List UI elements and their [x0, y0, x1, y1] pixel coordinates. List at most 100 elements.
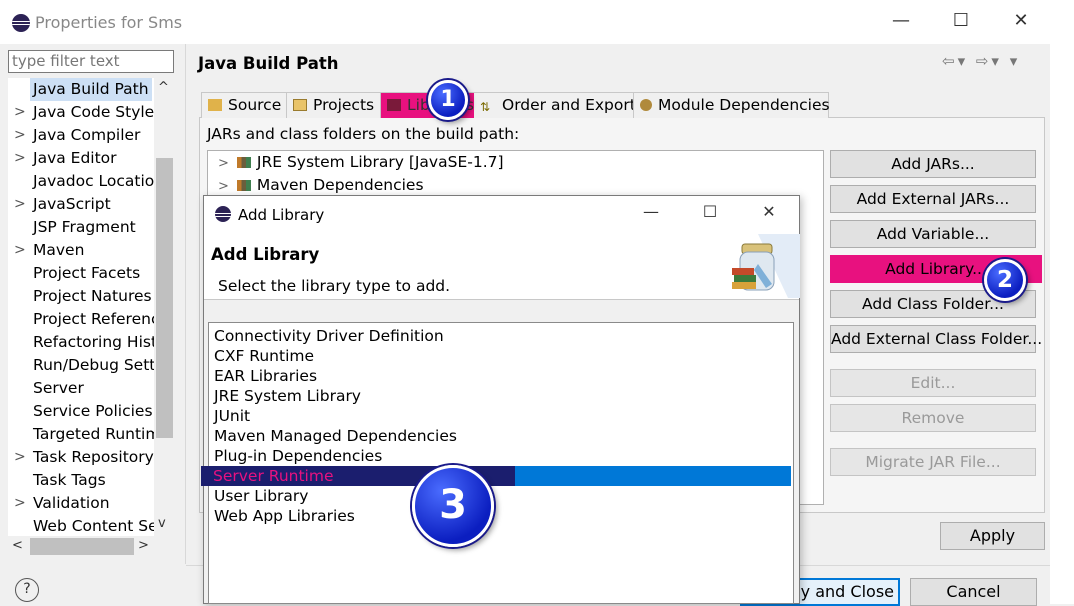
migrate-jar-button[interactable]: Migrate JAR File...: [830, 448, 1036, 476]
expand-chevron-icon[interactable]: >: [14, 193, 26, 216]
nav-item[interactable]: > Java Editor: [8, 147, 154, 170]
nav-item-label: Java Compiler: [33, 126, 141, 144]
list-item[interactable]: CXF Runtime: [214, 346, 792, 366]
expand-chevron-icon[interactable]: >: [14, 101, 26, 124]
nav-item-label: Task Repository: [33, 448, 154, 466]
tab-order-export-label: Order and Export: [502, 96, 636, 114]
library-icon: [236, 180, 251, 191]
nav-item[interactable]: Server: [8, 377, 154, 400]
library-type-list[interactable]: Connectivity Driver Definition CXF Runti…: [208, 322, 794, 604]
module-icon: [640, 99, 652, 111]
library-jar-icon: [732, 234, 800, 298]
expand-chevron-icon[interactable]: >: [14, 124, 26, 147]
nav-scroll-thumb[interactable]: [156, 158, 173, 438]
nav-item[interactable]: Project Natures: [8, 285, 154, 308]
add-external-class-folder-button[interactable]: Add External Class Folder...: [830, 325, 1042, 353]
nav-hscroll-thumb[interactable]: [30, 538, 134, 555]
expand-chevron-icon[interactable]: >: [218, 156, 229, 171]
nav-item[interactable]: Java Build Path: [8, 78, 154, 101]
nav-item[interactable]: Task Tags: [8, 469, 154, 492]
list-item[interactable]: User Library: [214, 486, 792, 506]
library-icon: [236, 157, 251, 168]
jars-label: JARs and class folders on the build path…: [207, 125, 520, 143]
nav-item[interactable]: Targeted Runtimes: [8, 423, 154, 446]
maximize-button[interactable]: ☐: [946, 10, 976, 31]
nav-item-label: JavaScript: [33, 195, 111, 213]
scroll-up-arrow-icon[interactable]: ^: [158, 80, 169, 95]
nav-item[interactable]: Run/Debug Settings: [8, 354, 154, 377]
nav-item[interactable]: JSP Fragment: [8, 216, 154, 239]
nav-item[interactable]: > Validation: [8, 492, 154, 515]
list-item[interactable]: Web App Libraries: [214, 506, 792, 526]
nav-item-label: Javadoc Location: [33, 172, 154, 190]
add-external-jars-button[interactable]: Add External JARs...: [830, 185, 1036, 213]
nav-item[interactable]: > Maven: [8, 239, 154, 262]
expand-chevron-icon[interactable]: >: [14, 446, 26, 469]
add-jars-button[interactable]: Add JARs...: [830, 150, 1036, 178]
dialog-maximize-button[interactable]: ☐: [695, 202, 725, 221]
step-3-badge: 3: [412, 465, 494, 547]
help-icon[interactable]: ?: [15, 578, 39, 602]
scroll-down-arrow-icon[interactable]: v: [158, 516, 166, 531]
source-folder-icon: [208, 99, 222, 111]
nav-item-label: Project References: [33, 310, 154, 328]
close-button[interactable]: ✕: [1006, 10, 1036, 31]
nav-item[interactable]: Web Content Settings: [8, 515, 154, 536]
properties-nav-tree: Java Build Path > Java Code Style > Java Com…: [8, 78, 154, 536]
scroll-right-arrow-icon[interactable]: >: [138, 538, 149, 553]
edit-button[interactable]: Edit...: [830, 369, 1036, 397]
tab-module-dependencies-label: Module Dependencies: [658, 96, 830, 114]
add-variable-button[interactable]: Add Variable...: [830, 220, 1036, 248]
nav-item[interactable]: Refactoring History: [8, 331, 154, 354]
nav-item[interactable]: Service Policies: [8, 400, 154, 423]
expand-chevron-icon[interactable]: >: [14, 492, 26, 515]
apply-button[interactable]: Apply: [940, 522, 1045, 550]
nav-item[interactable]: Javadoc Location: [8, 170, 154, 193]
nav-item[interactable]: > Task Repository: [8, 446, 154, 469]
dialog-minimize-button[interactable]: —: [636, 202, 666, 221]
tab-order-export[interactable]: ⇅ Order and Export: [474, 92, 643, 118]
dialog-subtitle: Select the library type to add.: [218, 277, 451, 295]
scroll-left-arrow-icon[interactable]: <: [12, 538, 23, 553]
tree-item-jre[interactable]: > JRE System Library [JavaSE-1.7]: [218, 153, 504, 171]
nav-item[interactable]: Project References: [8, 308, 154, 331]
list-item[interactable]: Connectivity Driver Definition: [214, 326, 792, 346]
eclipse-logo-icon: [215, 206, 231, 222]
tab-module-dependencies[interactable]: Module Dependencies: [633, 92, 830, 118]
tab-projects[interactable]: Projects: [286, 92, 382, 118]
page-title: Java Build Path: [198, 54, 339, 73]
nav-item[interactable]: > Java Compiler: [8, 124, 154, 147]
nav-item[interactable]: > Java Code Style: [8, 101, 154, 124]
nav-item-label: Validation: [33, 494, 110, 512]
eclipse-logo-icon: [12, 14, 30, 32]
nav-item-label: Targeted Runtimes: [33, 425, 154, 443]
list-item[interactable]: Maven Managed Dependencies: [214, 426, 792, 446]
tree-item-maven[interactable]: > Maven Dependencies: [218, 176, 424, 194]
step-2-badge: 2: [984, 259, 1026, 301]
minimize-button[interactable]: —: [886, 10, 916, 31]
expand-chevron-icon[interactable]: >: [218, 179, 229, 194]
filter-input[interactable]: type filter text: [8, 50, 174, 73]
history-nav-icons[interactable]: ⇦▾ ⇨▾ ▾: [942, 52, 1020, 70]
remove-button[interactable]: Remove: [830, 404, 1036, 432]
list-item[interactable]: JUnit: [214, 406, 792, 426]
pane-divider[interactable]: [185, 44, 186, 564]
nav-item-label: Server: [33, 379, 84, 397]
dialog-close-button[interactable]: ✕: [754, 202, 784, 221]
window-title: Properties for Sms: [35, 13, 183, 32]
tree-item-label: Maven Dependencies: [256, 176, 424, 194]
tree-item-label: JRE System Library [JavaSE-1.7]: [256, 153, 504, 171]
projects-folder-icon: [293, 99, 307, 111]
list-item[interactable]: Plug-in Dependencies: [214, 446, 792, 466]
nav-item[interactable]: > JavaScript: [8, 193, 154, 216]
selected-item-label[interactable]: Server Runtime: [213, 466, 334, 486]
nav-item-label: Java Code Style: [33, 103, 154, 121]
tab-source[interactable]: Source: [201, 92, 289, 118]
expand-chevron-icon[interactable]: >: [14, 239, 26, 262]
dialog-heading: Add Library: [211, 245, 320, 264]
list-item[interactable]: JRE System Library: [214, 386, 792, 406]
nav-item[interactable]: Project Facets: [8, 262, 154, 285]
list-item[interactable]: EAR Libraries: [214, 366, 792, 386]
cancel-button[interactable]: Cancel: [910, 578, 1037, 606]
expand-chevron-icon[interactable]: >: [14, 147, 26, 170]
